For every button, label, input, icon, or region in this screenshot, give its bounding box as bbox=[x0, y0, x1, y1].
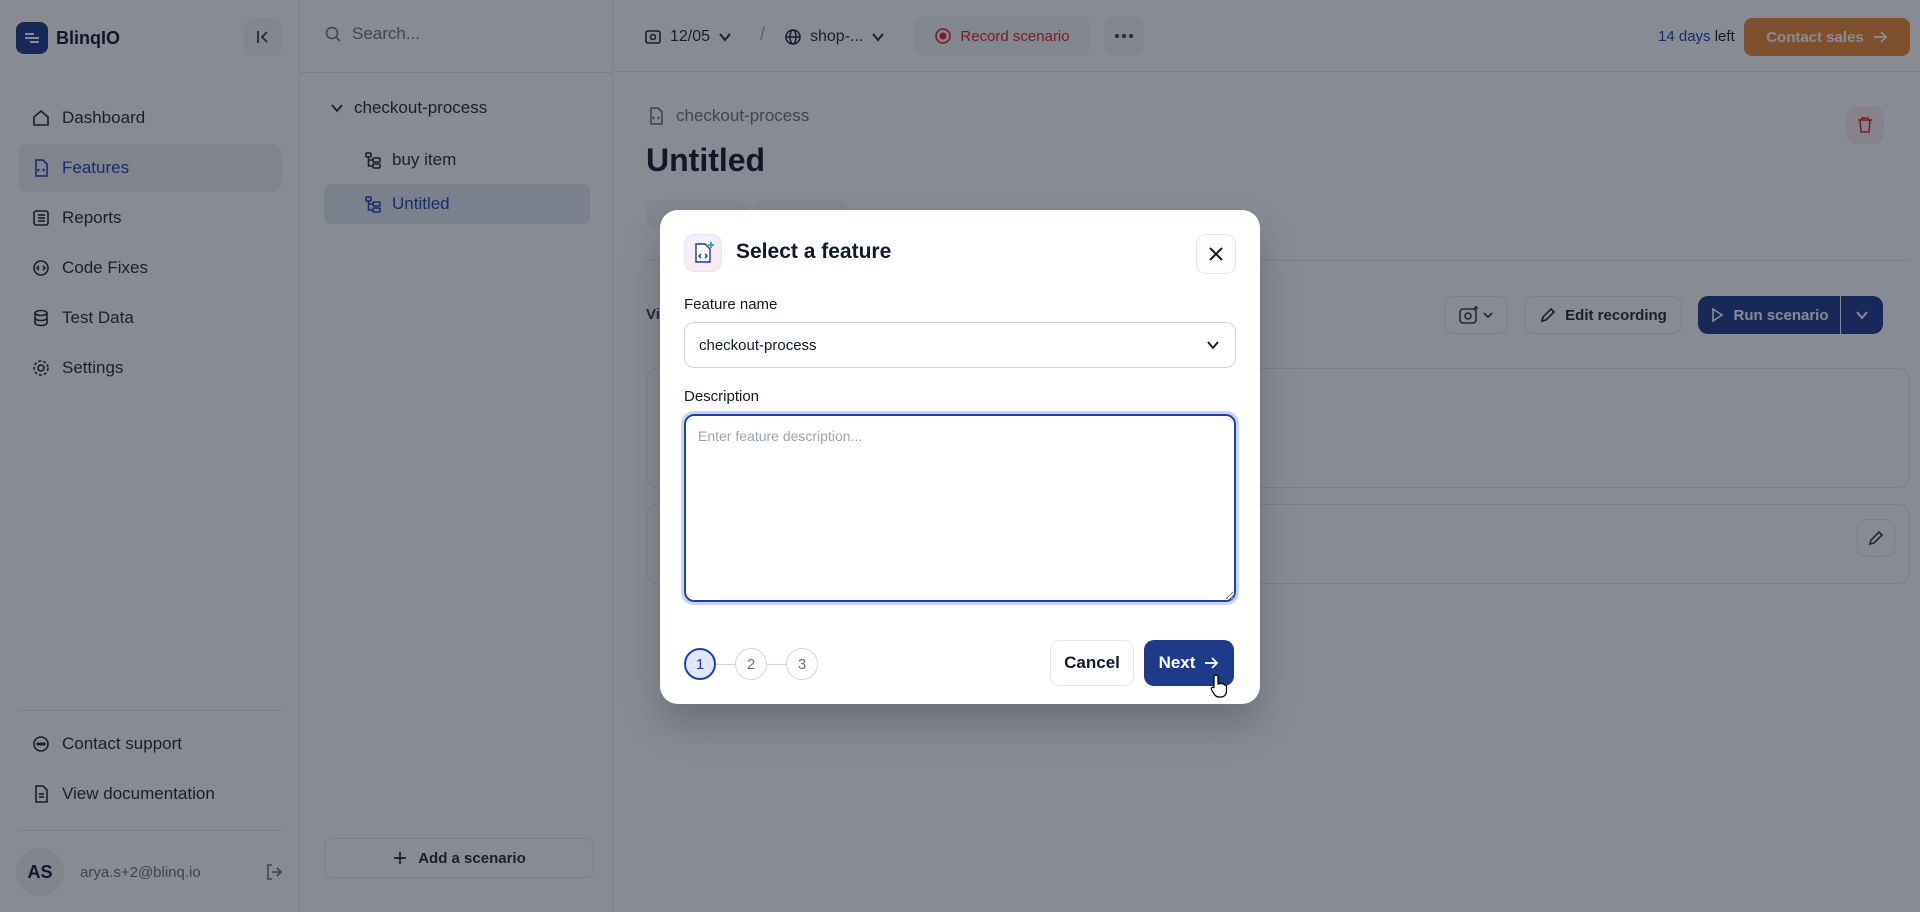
feature-add-icon bbox=[684, 234, 722, 272]
step-connector bbox=[767, 663, 786, 665]
arrow-right-icon bbox=[1203, 655, 1219, 671]
next-label: Next bbox=[1158, 653, 1196, 672]
cancel-button[interactable]: Cancel bbox=[1050, 640, 1134, 686]
close-dialog-button[interactable] bbox=[1196, 234, 1236, 274]
description-label: Description bbox=[684, 388, 760, 405]
description-textarea[interactable] bbox=[681, 411, 1239, 605]
step-2: 2 bbox=[735, 648, 767, 680]
feature-name-select[interactable]: checkout-process bbox=[684, 322, 1236, 368]
select-feature-dialog: Select a feature Feature name checkout-p… bbox=[660, 210, 1260, 704]
step-connector bbox=[716, 663, 735, 665]
feature-name-label: Feature name bbox=[684, 296, 778, 313]
step-1: 1 bbox=[684, 648, 716, 680]
hand-pointer-cursor-icon bbox=[1210, 674, 1228, 698]
feature-name-value: checkout-process bbox=[699, 336, 817, 354]
dialog-title: Select a feature bbox=[736, 240, 892, 263]
step-indicator: 1 2 3 bbox=[684, 648, 818, 680]
chevron-down-icon bbox=[1205, 337, 1221, 353]
step-3: 3 bbox=[786, 648, 818, 680]
close-icon bbox=[1209, 247, 1223, 261]
